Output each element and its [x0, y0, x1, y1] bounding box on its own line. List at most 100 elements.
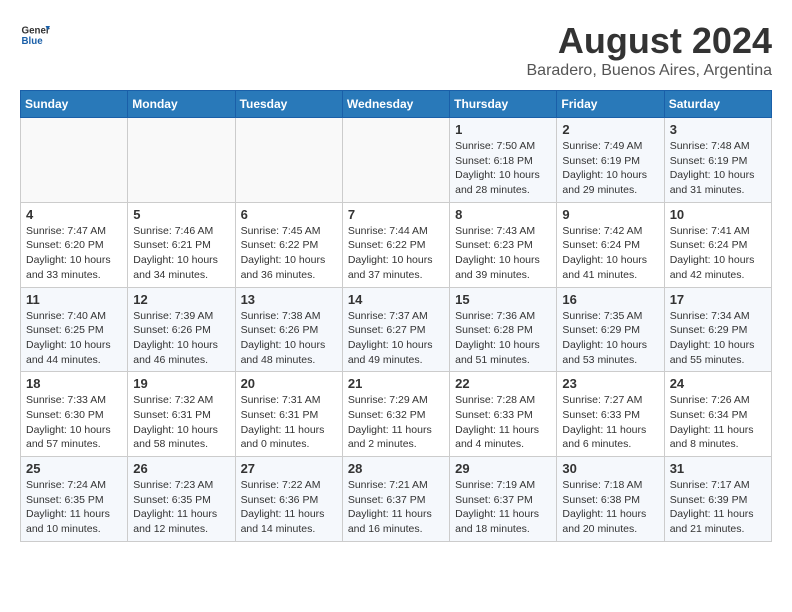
day-info: Sunrise: 7:19 AM Sunset: 6:37 PM Dayligh…: [455, 478, 551, 537]
title-block: August 2024 Baradero, Buenos Aires, Arge…: [527, 20, 773, 80]
calendar-cell: 25 Sunrise: 7:24 AM Sunset: 6:35 PM Dayli…: [21, 457, 128, 542]
calendar-cell: 20 Sunrise: 7:31 AM Sunset: 6:31 PM Dayli…: [235, 372, 342, 457]
day-number: 21: [348, 376, 444, 391]
calendar-cell: 18 Sunrise: 7:33 AM Sunset: 6:30 PM Dayli…: [21, 372, 128, 457]
weekday-header: Monday: [128, 91, 235, 118]
calendar-cell: 21 Sunrise: 7:29 AM Sunset: 6:32 PM Dayli…: [342, 372, 449, 457]
day-info: Sunrise: 7:35 AM Sunset: 6:29 PM Dayligh…: [562, 309, 658, 368]
day-number: 31: [670, 461, 766, 476]
day-info: Sunrise: 7:42 AM Sunset: 6:24 PM Dayligh…: [562, 224, 658, 283]
day-number: 4: [26, 207, 122, 222]
page-title: August 2024: [527, 20, 773, 62]
calendar-week-row: 1Sunrise: 7:50 AM Sunset: 6:18 PM Daylig…: [21, 118, 772, 203]
calendar-cell: 24 Sunrise: 7:26 AM Sunset: 6:34 PM Dayli…: [664, 372, 771, 457]
day-info: Sunrise: 7:33 AM Sunset: 6:30 PM Dayligh…: [26, 393, 122, 452]
calendar-cell: 26Sunrise: 7:23 AM Sunset: 6:35 PM Dayli…: [128, 457, 235, 542]
day-number: 26: [133, 461, 229, 476]
calendar-cell: 30 Sunrise: 7:18 AM Sunset: 6:38 PM Dayli…: [557, 457, 664, 542]
day-number: 12: [133, 292, 229, 307]
calendar-cell: 3Sunrise: 7:48 AM Sunset: 6:19 PM Daylig…: [664, 118, 771, 203]
calendar-week-row: 25 Sunrise: 7:24 AM Sunset: 6:35 PM Dayli…: [21, 457, 772, 542]
day-info: Sunrise: 7:38 AM Sunset: 6:26 PM Dayligh…: [241, 309, 337, 368]
calendar-week-row: 4Sunrise: 7:47 AM Sunset: 6:20 PM Daylig…: [21, 202, 772, 287]
day-info: Sunrise: 7:48 AM Sunset: 6:19 PM Dayligh…: [670, 139, 766, 198]
day-info: Sunrise: 7:26 AM Sunset: 6:34 PM Dayligh…: [670, 393, 766, 452]
day-number: 8: [455, 207, 551, 222]
day-info: Sunrise: 7:28 AM Sunset: 6:33 PM Dayligh…: [455, 393, 551, 452]
day-info: Sunrise: 7:34 AM Sunset: 6:29 PM Dayligh…: [670, 309, 766, 368]
day-number: 23: [562, 376, 658, 391]
logo: General Blue: [20, 20, 50, 50]
calendar-cell: 31 Sunrise: 7:17 AM Sunset: 6:39 PM Dayli…: [664, 457, 771, 542]
calendar-cell: 16 Sunrise: 7:35 AM Sunset: 6:29 PM Dayli…: [557, 287, 664, 372]
day-info: Sunrise: 7:50 AM Sunset: 6:18 PM Dayligh…: [455, 139, 551, 198]
day-info: Sunrise: 7:45 AM Sunset: 6:22 PM Dayligh…: [241, 224, 337, 283]
day-number: 14: [348, 292, 444, 307]
day-info: Sunrise: 7:18 AM Sunset: 6:38 PM Dayligh…: [562, 478, 658, 537]
weekday-header: Tuesday: [235, 91, 342, 118]
day-number: 10: [670, 207, 766, 222]
day-info: Sunrise: 7:27 AM Sunset: 6:33 PM Dayligh…: [562, 393, 658, 452]
calendar-cell: 15Sunrise: 7:36 AM Sunset: 6:28 PM Dayli…: [450, 287, 557, 372]
day-number: 24: [670, 376, 766, 391]
day-info: Sunrise: 7:17 AM Sunset: 6:39 PM Dayligh…: [670, 478, 766, 537]
calendar-cell: 28 Sunrise: 7:21 AM Sunset: 6:37 PM Dayli…: [342, 457, 449, 542]
page-subtitle: Baradero, Buenos Aires, Argentina: [527, 62, 773, 80]
calendar-cell: 17Sunrise: 7:34 AM Sunset: 6:29 PM Dayli…: [664, 287, 771, 372]
calendar-cell: 6 Sunrise: 7:45 AM Sunset: 6:22 PM Daylig…: [235, 202, 342, 287]
calendar-cell: 14 Sunrise: 7:37 AM Sunset: 6:27 PM Dayli…: [342, 287, 449, 372]
day-number: 5: [133, 207, 229, 222]
calendar-cell: 7Sunrise: 7:44 AM Sunset: 6:22 PM Daylig…: [342, 202, 449, 287]
page-header: General Blue August 2024 Baradero, Bueno…: [20, 20, 772, 80]
day-number: 28: [348, 461, 444, 476]
day-number: 19: [133, 376, 229, 391]
calendar-week-row: 11Sunrise: 7:40 AM Sunset: 6:25 PM Dayli…: [21, 287, 772, 372]
day-info: Sunrise: 7:41 AM Sunset: 6:24 PM Dayligh…: [670, 224, 766, 283]
calendar-cell: 4Sunrise: 7:47 AM Sunset: 6:20 PM Daylig…: [21, 202, 128, 287]
day-number: 22: [455, 376, 551, 391]
calendar-cell: 2 Sunrise: 7:49 AM Sunset: 6:19 PM Daylig…: [557, 118, 664, 203]
day-info: Sunrise: 7:31 AM Sunset: 6:31 PM Dayligh…: [241, 393, 337, 452]
calendar-cell: 9Sunrise: 7:42 AM Sunset: 6:24 PM Daylig…: [557, 202, 664, 287]
day-number: 7: [348, 207, 444, 222]
day-info: Sunrise: 7:36 AM Sunset: 6:28 PM Dayligh…: [455, 309, 551, 368]
day-info: Sunrise: 7:32 AM Sunset: 6:31 PM Dayligh…: [133, 393, 229, 452]
day-number: 20: [241, 376, 337, 391]
weekday-header: Wednesday: [342, 91, 449, 118]
calendar-week-row: 18 Sunrise: 7:33 AM Sunset: 6:30 PM Dayli…: [21, 372, 772, 457]
calendar-cell: 10 Sunrise: 7:41 AM Sunset: 6:24 PM Dayli…: [664, 202, 771, 287]
weekday-header: Friday: [557, 91, 664, 118]
calendar-cell: [128, 118, 235, 203]
day-info: Sunrise: 7:37 AM Sunset: 6:27 PM Dayligh…: [348, 309, 444, 368]
calendar-cell: 1Sunrise: 7:50 AM Sunset: 6:18 PM Daylig…: [450, 118, 557, 203]
day-info: Sunrise: 7:21 AM Sunset: 6:37 PM Dayligh…: [348, 478, 444, 537]
weekday-header: Thursday: [450, 91, 557, 118]
day-info: Sunrise: 7:29 AM Sunset: 6:32 PM Dayligh…: [348, 393, 444, 452]
day-number: 13: [241, 292, 337, 307]
day-info: Sunrise: 7:49 AM Sunset: 6:19 PM Dayligh…: [562, 139, 658, 198]
day-number: 25: [26, 461, 122, 476]
day-number: 27: [241, 461, 337, 476]
logo-icon: General Blue: [20, 20, 50, 50]
calendar-cell: 11Sunrise: 7:40 AM Sunset: 6:25 PM Dayli…: [21, 287, 128, 372]
calendar-cell: 13 Sunrise: 7:38 AM Sunset: 6:26 PM Dayli…: [235, 287, 342, 372]
calendar-cell: [342, 118, 449, 203]
svg-text:Blue: Blue: [22, 36, 44, 47]
weekday-header: Saturday: [664, 91, 771, 118]
calendar-table: SundayMondayTuesdayWednesdayThursdayFrid…: [20, 90, 772, 542]
calendar-cell: 5Sunrise: 7:46 AM Sunset: 6:21 PM Daylig…: [128, 202, 235, 287]
day-number: 16: [562, 292, 658, 307]
day-number: 2: [562, 122, 658, 137]
weekday-header: Sunday: [21, 91, 128, 118]
calendar-cell: 23 Sunrise: 7:27 AM Sunset: 6:33 PM Dayli…: [557, 372, 664, 457]
day-number: 30: [562, 461, 658, 476]
day-number: 18: [26, 376, 122, 391]
calendar-cell: [235, 118, 342, 203]
calendar-cell: 12Sunrise: 7:39 AM Sunset: 6:26 PM Dayli…: [128, 287, 235, 372]
calendar-cell: [21, 118, 128, 203]
day-info: Sunrise: 7:24 AM Sunset: 6:35 PM Dayligh…: [26, 478, 122, 537]
day-number: 6: [241, 207, 337, 222]
calendar-cell: 29Sunrise: 7:19 AM Sunset: 6:37 PM Dayli…: [450, 457, 557, 542]
calendar-cell: 22 Sunrise: 7:28 AM Sunset: 6:33 PM Dayli…: [450, 372, 557, 457]
day-number: 11: [26, 292, 122, 307]
